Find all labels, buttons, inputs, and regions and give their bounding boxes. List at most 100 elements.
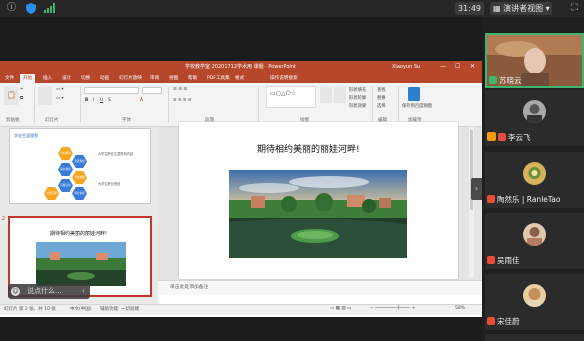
slide-thumbnail-1[interactable]: 学业生涯规划 学业规划 生涯规划 职业规划 专业技能 自我认知 社会实践 综合素…: [9, 128, 151, 204]
select-button[interactable]: 选择: [377, 103, 386, 109]
collapse-chat-icon[interactable]: ‹: [82, 286, 85, 297]
shape-outline-button[interactable]: 形状轮廓: [349, 95, 366, 101]
ribbon-tabs: 文件 开始 插入 设计 切换 动画 幻灯片放映 审阅 视图 帮助 PDF工具集 …: [0, 73, 482, 83]
hex-1: 学业规划: [58, 147, 73, 160]
info-icon[interactable]: ⓘ: [6, 3, 17, 14]
participant-tile[interactable]: 陶然乐 | RanleTao: [485, 152, 584, 208]
emoji-icon[interactable]: ☺: [11, 287, 20, 296]
maximize-icon[interactable]: ☐: [455, 61, 460, 73]
tab-insert[interactable]: 插入: [43, 74, 52, 83]
align-buttons[interactable]: ≡ ≡ ≡ ≡: [173, 98, 192, 103]
find-button[interactable]: 查找: [377, 87, 386, 93]
shape-effects-button[interactable]: 形状效果: [349, 103, 366, 109]
participant-name-row: 陶然乐 | RanleTao: [487, 194, 560, 205]
tab-review[interactable]: 审阅: [150, 74, 159, 83]
thumb1-note-2: 大学生职业规划: [98, 182, 121, 186]
hex-5: 自我认知: [58, 179, 73, 192]
tab-view[interactable]: 视图: [169, 74, 178, 83]
arrange-button[interactable]: [320, 87, 332, 103]
hex-4: 专业技能: [72, 171, 87, 184]
avatar: [523, 284, 546, 307]
shield-icon[interactable]: [25, 3, 36, 14]
bold-button[interactable]: B: [85, 98, 88, 103]
fullscreen-icon[interactable]: ⛶: [569, 3, 580, 14]
avatar: [523, 162, 546, 185]
view-mode-button[interactable]: ▦ 演讲者视图 ▾: [490, 2, 552, 15]
thumb2-photo: [36, 242, 126, 286]
participant-tile[interactable]: 宋佳蔚: [485, 274, 584, 330]
participant-name: 陶然乐 | RanleTao: [497, 195, 561, 204]
participant-name: 宋佳蔚: [497, 317, 520, 326]
baidu-netdisk-button[interactable]: [408, 87, 420, 101]
zoom-level[interactable]: 58%: [455, 306, 465, 311]
cut-icon[interactable]: ✂: [20, 87, 24, 92]
italic-button[interactable]: I: [93, 98, 94, 103]
bullets-button[interactable]: ☰ ☰ ☰: [173, 87, 187, 92]
tab-transitions[interactable]: 切换: [81, 74, 90, 83]
layout-button[interactable]: ▭ ▾: [56, 87, 64, 92]
ribbon-separator: [258, 87, 259, 123]
view-buttons[interactable]: ▭ ▦ ▤ ▭: [330, 306, 351, 311]
collapse-sidebar-button[interactable]: ›: [471, 178, 482, 200]
signal-icon[interactable]: [44, 3, 55, 14]
tab-pdf-tools[interactable]: PDF工具集: [207, 74, 230, 83]
font-size-select[interactable]: [142, 87, 162, 94]
avatar: [523, 100, 546, 123]
ribbon-separator: [168, 87, 169, 123]
tab-format[interactable]: 格式: [235, 74, 244, 83]
minimize-icon[interactable]: —: [440, 61, 446, 73]
chat-input-bar[interactable]: ☺ 说点什么... ‹: [8, 284, 90, 299]
replace-button[interactable]: 替换: [377, 95, 386, 101]
save-to-netdisk-label: 保存到百度网盘: [402, 104, 433, 109]
host-icon: [487, 132, 496, 141]
participant-tile-active[interactable]: 苏晓云: [485, 33, 584, 88]
notes-placeholder[interactable]: 单击此处添加备注: [170, 283, 208, 290]
copy-icon[interactable]: ⧉: [20, 96, 23, 101]
tab-file[interactable]: 文件: [5, 74, 14, 83]
participant-name-row: 吴雨佳: [487, 255, 520, 266]
hex-3: 职业规划: [58, 163, 73, 176]
avatar: [523, 223, 546, 246]
participant-name-row: 苏晓云: [489, 75, 522, 86]
font-color-button[interactable]: A: [140, 98, 143, 103]
new-slide-button[interactable]: [38, 87, 52, 105]
group-slides: 幻灯片: [45, 118, 59, 123]
underline-button[interactable]: U: [100, 98, 103, 103]
close-icon[interactable]: ✕: [470, 61, 475, 73]
mic-on-icon: [489, 76, 497, 84]
strikethrough-button[interactable]: S: [108, 98, 111, 103]
tab-animations[interactable]: 动画: [100, 74, 109, 83]
slide-title[interactable]: 期待相约美丽的丽娃河畔!: [257, 142, 387, 155]
tab-home[interactable]: 开始: [20, 74, 36, 83]
tab-help[interactable]: 帮助: [188, 74, 197, 83]
tab-slideshow[interactable]: 幻灯片放映: [119, 74, 142, 83]
mic-off-icon: [487, 256, 495, 264]
hex-6: 社会实践: [44, 187, 59, 200]
chat-input-placeholder[interactable]: 说点什么...: [27, 286, 62, 297]
tab-design[interactable]: 设计: [62, 74, 71, 83]
section-button[interactable]: ▭ ▾: [56, 96, 64, 101]
ppt-title-bar: 学校教学室 20201712学术用 课题 · PowerPoint Xiaoyu…: [0, 61, 482, 73]
group-clipboard: 剪贴板: [6, 118, 20, 123]
ppt-user-name: Xiaoyun Su: [392, 64, 421, 70]
tell-me-search[interactable]: 操作说明搜索: [270, 74, 298, 83]
screen-share-background: [0, 17, 482, 61]
view-mode-label: 演讲者视图: [503, 4, 544, 13]
zoom-slider[interactable]: − ────────┼──── +: [370, 306, 416, 311]
participant-tile[interactable]: 吴雨佳: [485, 213, 584, 269]
participant-name-row: 李云飞: [487, 132, 531, 143]
mic-off-icon: [487, 195, 495, 203]
hex-7: 综合素质: [72, 187, 87, 200]
hex-2: 生涯规划: [72, 155, 87, 168]
thumb2-title: 期待相约美丽的丽娃河畔!: [50, 231, 108, 237]
quick-styles-button[interactable]: [334, 87, 346, 103]
mic-off-icon: [498, 133, 506, 141]
campus-river-photo[interactable]: [229, 170, 407, 258]
thumb1-title: 学业生涯规划: [14, 133, 38, 138]
font-name-select[interactable]: [84, 87, 139, 94]
ribbon-separator: [398, 87, 399, 123]
shape-fill-button[interactable]: 形状填充: [349, 87, 366, 93]
participant-tile[interactable]: 李云飞: [485, 90, 584, 146]
participant-name: 李云飞: [508, 133, 531, 142]
participant-tile-partial[interactable]: [485, 334, 584, 341]
